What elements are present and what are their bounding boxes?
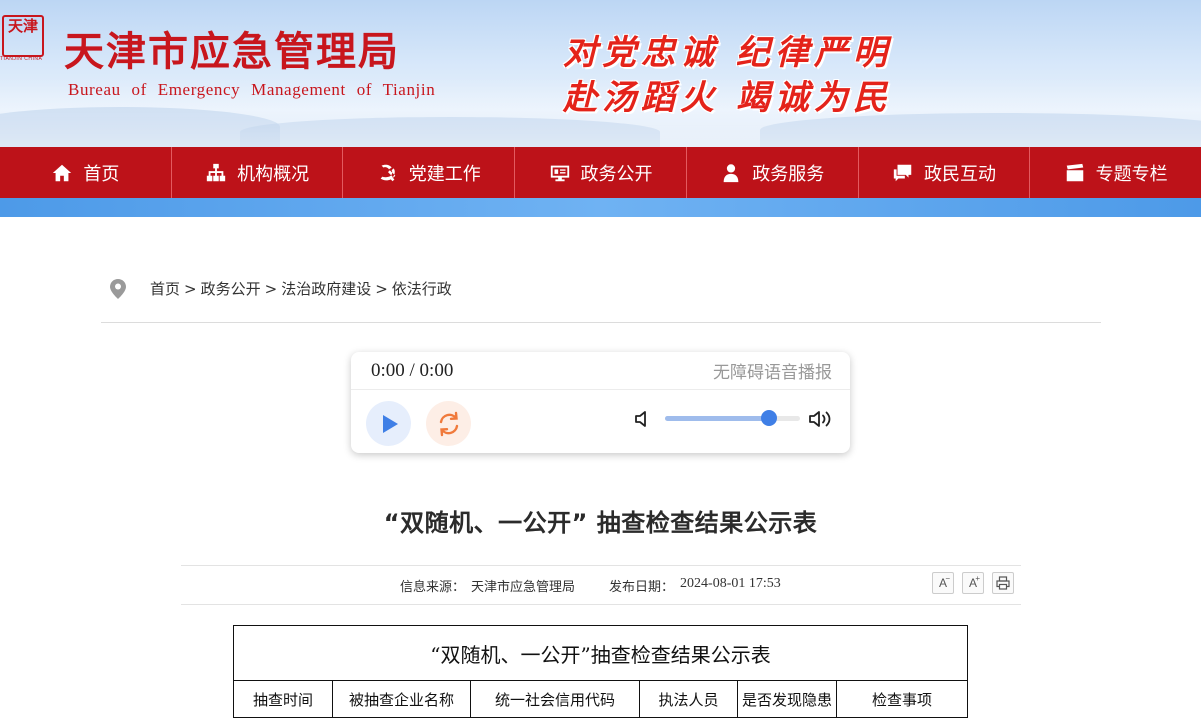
divider	[181, 565, 1021, 566]
site-subtitle: Bureau of Emergency Management of Tianji…	[68, 80, 436, 99]
volume-slider[interactable]	[665, 410, 800, 426]
location-pin-icon	[110, 278, 126, 299]
nav-item-label: 党建工作	[408, 163, 481, 185]
breadcrumb-separator: >	[264, 279, 278, 298]
site-logo[interactable]: 天津 TIANJIN CHINA	[0, 15, 44, 62]
source-value: 天津市应急管理局	[471, 580, 576, 595]
user-icon	[723, 163, 739, 182]
monitor-icon	[550, 165, 569, 181]
table-header-cell: 统一社会信用代码	[470, 680, 640, 718]
volume-slider-handle[interactable]	[760, 410, 777, 426]
volume-high-icon[interactable]	[808, 408, 834, 430]
nav-item-label: 机构概况	[237, 163, 310, 185]
org-chart-icon	[206, 163, 226, 181]
breadcrumb-law-based-administration[interactable]: 依法行政	[392, 278, 452, 299]
volume-slider-fill	[665, 416, 769, 421]
slogan-line-1: 对党忠诚 纪律严明	[563, 33, 892, 73]
divider	[101, 322, 1101, 323]
site-title: 天津市应急管理局	[64, 29, 400, 75]
nav-item-special-topics[interactable]: 专题专栏	[1029, 147, 1201, 198]
breadcrumb-home[interactable]: 首页	[150, 278, 180, 299]
breadcrumb-rule-of-law[interactable]: 法治政府建设	[281, 278, 371, 299]
home-icon	[53, 164, 72, 181]
play-button[interactable]	[366, 401, 411, 446]
article-tools: A − A +	[932, 572, 1014, 594]
nav-item-label: 首页	[83, 163, 120, 185]
loop-icon	[439, 411, 458, 436]
source-label: 信息来源：	[400, 580, 466, 595]
print-button[interactable]	[992, 572, 1014, 594]
table-header-cell: 执法人员	[639, 680, 738, 718]
party-emblem-icon	[380, 164, 396, 181]
site-header: 天津 TIANJIN CHINA 天津市应急管理局 Bureau of Emer…	[0, 0, 1201, 147]
font-increase-button[interactable]: A +	[962, 572, 984, 594]
logo-caption: TIANJIN CHINA	[0, 56, 43, 62]
breadcrumb-separator: >	[375, 279, 388, 298]
table-caption: “双随机、一公开”抽查检查结果公示表	[233, 625, 968, 681]
logo-seal: 天津	[2, 15, 44, 57]
chat-icon	[893, 164, 912, 181]
accessibility-voice-label: 无障碍语音播报	[713, 363, 832, 383]
nav-item-label: 政务服务	[752, 163, 825, 185]
nav-item-home[interactable]: 首页	[0, 147, 171, 198]
divider	[181, 604, 1021, 605]
publish-date: 2024-08-01 17:53	[680, 576, 781, 591]
nav-item-label: 政务公开	[580, 163, 653, 185]
table-header-cell: 检查事项	[836, 680, 968, 718]
nav-item-public-interaction[interactable]: 政民互动	[857, 147, 1030, 198]
breadcrumb: 首页 > 政务公开 > 法治政府建设 > 依法行政	[110, 278, 452, 299]
nav-item-government-services[interactable]: 政务服务	[685, 147, 858, 198]
article-meta: 信息来源： 天津市应急管理局 发布日期： 2024-08-01 17:53	[400, 576, 781, 595]
nav-item-label: 政民互动	[923, 163, 996, 185]
article-title: “双随机、一公开” 抽查检查结果公示表	[383, 509, 818, 537]
playback-time: 0:00 / 0:00	[371, 360, 454, 381]
table-header-cell: 抽查时间	[233, 680, 333, 718]
breadcrumb-government-affairs[interactable]: 政务公开	[201, 278, 261, 299]
minus-icon: −	[945, 574, 950, 583]
plus-icon: +	[975, 574, 980, 583]
audio-player: 0:00 / 0:00 无障碍语音播报	[351, 352, 850, 453]
volume-low-icon[interactable]	[634, 409, 652, 429]
inspection-results-table: “双随机、一公开”抽查检查结果公示表 抽查时间 被抽查企业名称 统一社会信用代码…	[233, 625, 968, 718]
nav-item-organization[interactable]: 机构概况	[170, 147, 343, 198]
table-header-cell: 是否发现隐患	[737, 680, 837, 718]
printer-icon	[996, 576, 1010, 590]
clapper-icon	[1066, 163, 1083, 181]
player-divider	[351, 389, 850, 390]
nav-item-label: 专题专栏	[1095, 163, 1168, 185]
date-label: 发布日期：	[609, 580, 675, 595]
loop-button[interactable]	[426, 401, 471, 446]
font-decrease-button[interactable]: A −	[932, 572, 954, 594]
breadcrumb-separator: >	[184, 279, 197, 298]
table-header-row: 抽查时间 被抽查企业名称 统一社会信用代码 执法人员 是否发现隐患 检查事项	[233, 680, 968, 718]
nav-shadow-band	[0, 198, 1201, 217]
slogan-line-2: 赴汤蹈火 竭诚为民	[563, 78, 892, 118]
table-header-cell: 被抽查企业名称	[332, 680, 471, 718]
nav-item-government-affairs[interactable]: 政务公开	[514, 147, 686, 198]
nav-item-party-building[interactable]: 党建工作	[342, 147, 514, 198]
main-nav: 首页 机构概况 党建工作 政务公开 政务服务 政民互动 专题专栏	[0, 147, 1201, 198]
play-icon	[382, 414, 398, 433]
